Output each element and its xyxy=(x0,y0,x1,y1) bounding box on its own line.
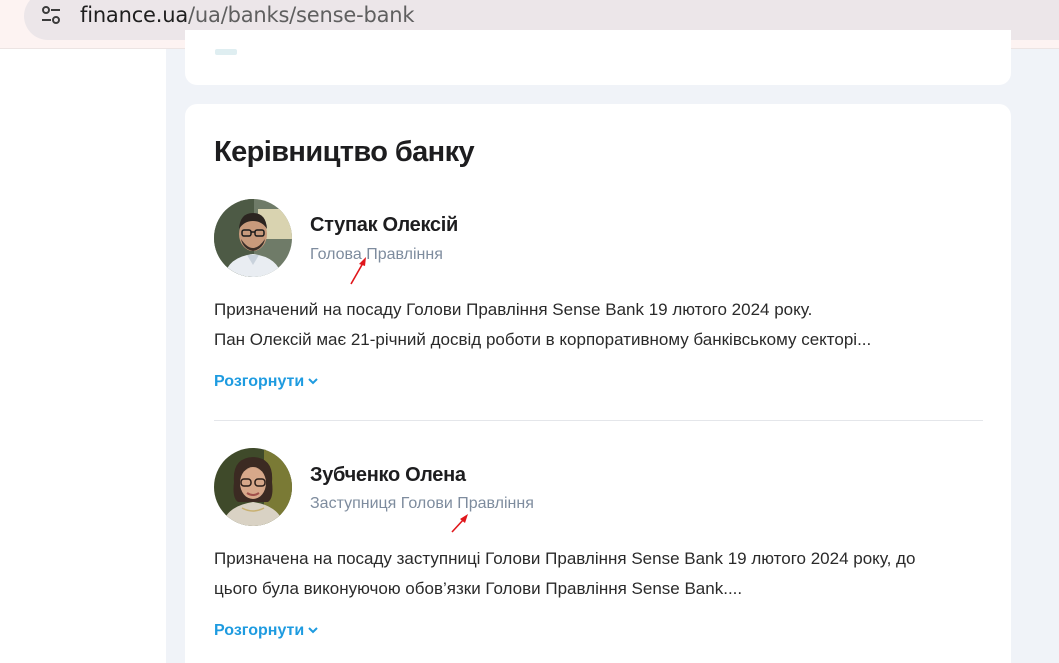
annotation-arrow-icon xyxy=(350,257,366,285)
previous-card-icon xyxy=(215,49,237,55)
previous-card xyxy=(185,30,1011,85)
left-sidebar-area xyxy=(0,49,166,663)
bio-zubchenko: Призначена на посаду заступниці Голови П… xyxy=(214,544,974,604)
expand-label: Розгорнути xyxy=(214,622,305,639)
expand-button-stupak[interactable]: Розгорнути xyxy=(214,373,318,391)
bio-stupak-line1: Призначений на посаду Голови Правління S… xyxy=(214,300,813,319)
bio-zubchenko-line1: Призначена на посаду заступниці Голови П… xyxy=(214,549,916,568)
chevron-down-icon xyxy=(308,627,318,634)
person-role-stupak: Голова Правління xyxy=(310,246,443,263)
url-path: /ua/banks/sense-bank xyxy=(188,3,415,27)
url-host: finance.ua xyxy=(80,3,189,27)
bio-stupak-line2: Пан Олексій має 21-річний досвід роботи … xyxy=(214,330,872,349)
section-title: Керівництво банку xyxy=(214,136,475,168)
annotation-arrow-icon xyxy=(451,514,468,533)
chevron-down-icon xyxy=(308,378,318,385)
bio-zubchenko-line2: цього була виконуючою обов’язки Голови П… xyxy=(214,579,743,598)
person-role-zubchenko: Заступниця Голови Правління xyxy=(310,495,534,512)
expand-button-zubchenko[interactable]: Розгорнути xyxy=(214,622,318,640)
url-text[interactable]: finance.ua/ua/banks/sense-bank xyxy=(80,3,415,27)
management-card: Керівництво банку Ступак Олексій Голова … xyxy=(185,104,1011,663)
person-name-stupak: Ступак Олексій xyxy=(310,214,459,236)
avatar-zubchenko xyxy=(214,448,292,526)
person-name-zubchenko: Зубченко Олена xyxy=(310,464,466,486)
divider xyxy=(214,420,983,421)
expand-label: Розгорнути xyxy=(214,373,305,390)
bio-stupak: Призначений на посаду Голови Правління S… xyxy=(214,295,974,355)
site-settings-icon[interactable] xyxy=(40,4,62,26)
avatar-stupak xyxy=(214,199,292,277)
